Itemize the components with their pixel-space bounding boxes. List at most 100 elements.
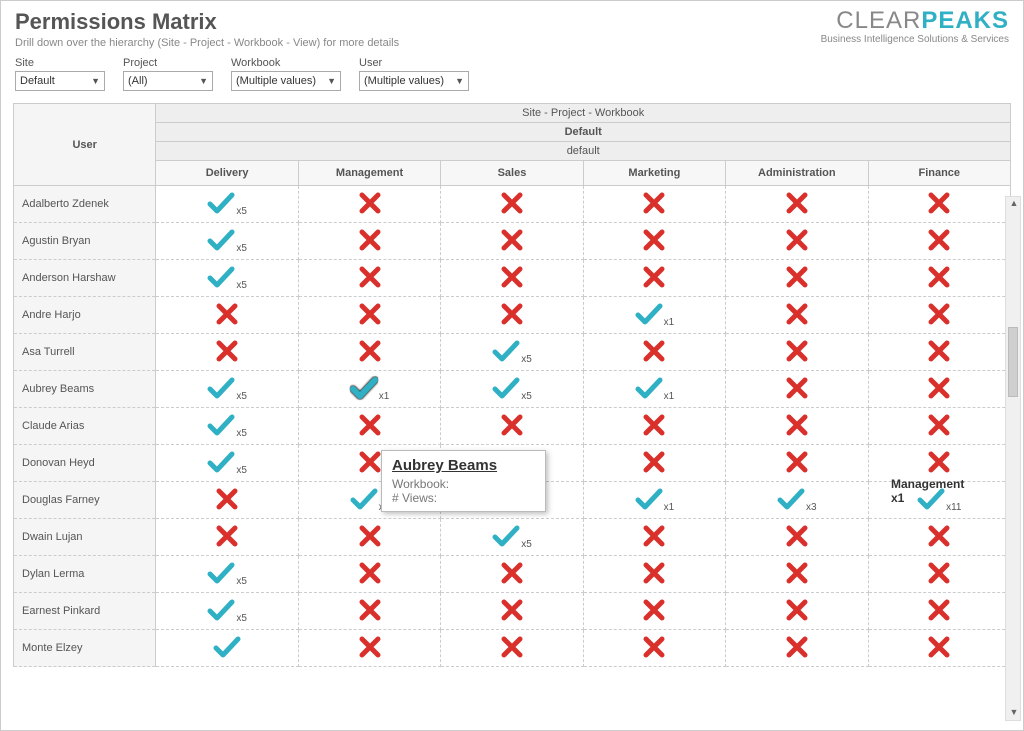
permission-cell[interactable] — [583, 593, 725, 630]
permission-cell[interactable]: x5 — [156, 593, 298, 630]
permission-cell[interactable] — [726, 334, 868, 371]
permission-cell[interactable] — [726, 408, 868, 445]
permission-cell[interactable] — [583, 186, 725, 223]
filter-site-dropdown[interactable]: Default ▼ — [15, 71, 105, 91]
filter-user-dropdown[interactable]: (Multiple values) ▼ — [359, 71, 469, 91]
permission-cell[interactable] — [298, 630, 440, 667]
permission-cell[interactable] — [868, 260, 1010, 297]
permission-cell[interactable] — [726, 630, 868, 667]
permission-cell[interactable]: x1 — [298, 371, 440, 408]
permission-cell[interactable] — [583, 223, 725, 260]
permission-cell[interactable] — [156, 630, 298, 667]
user-cell[interactable]: Donovan Heyd — [14, 445, 156, 482]
permission-cell[interactable] — [298, 186, 440, 223]
permission-cell[interactable] — [868, 334, 1010, 371]
user-cell[interactable]: Monte Elzey — [14, 630, 156, 667]
permission-cell[interactable]: x5 — [441, 519, 583, 556]
filter-project-dropdown[interactable]: (All) ▼ — [123, 71, 213, 91]
permission-cell[interactable] — [298, 334, 440, 371]
permission-cell[interactable] — [441, 223, 583, 260]
user-cell[interactable]: Agustin Bryan — [14, 223, 156, 260]
user-cell[interactable]: Dylan Lerma — [14, 556, 156, 593]
permission-cell[interactable] — [298, 223, 440, 260]
permission-cell[interactable] — [583, 334, 725, 371]
permission-cell[interactable] — [726, 186, 868, 223]
permission-cell[interactable] — [583, 408, 725, 445]
permission-cell[interactable]: x5 — [156, 371, 298, 408]
permission-cell[interactable] — [298, 260, 440, 297]
permission-cell[interactable] — [726, 556, 868, 593]
permission-cell[interactable] — [156, 519, 298, 556]
permission-cell[interactable] — [868, 519, 1010, 556]
permission-cell[interactable] — [868, 556, 1010, 593]
permission-cell[interactable] — [868, 186, 1010, 223]
permission-cell[interactable] — [441, 593, 583, 630]
permission-cell[interactable]: x5 — [156, 186, 298, 223]
check-icon — [207, 561, 235, 585]
workbook-column-header[interactable]: Sales — [441, 161, 583, 186]
user-cell[interactable]: Aubrey Beams — [14, 371, 156, 408]
permission-cell[interactable] — [156, 482, 298, 519]
permission-cell[interactable]: x5 — [441, 371, 583, 408]
permission-cell[interactable] — [583, 260, 725, 297]
cross-icon — [358, 413, 382, 437]
user-cell[interactable]: Douglas Farney — [14, 482, 156, 519]
permission-cell[interactable]: x5 — [156, 260, 298, 297]
user-cell[interactable]: Anderson Harshaw — [14, 260, 156, 297]
permission-cell[interactable] — [726, 223, 868, 260]
user-cell[interactable]: Claude Arias — [14, 408, 156, 445]
permission-cell[interactable] — [726, 593, 868, 630]
permission-cell[interactable] — [726, 519, 868, 556]
permission-cell[interactable] — [868, 445, 1010, 482]
permission-cell[interactable] — [868, 593, 1010, 630]
user-cell[interactable]: Asa Turrell — [14, 334, 156, 371]
permission-cell[interactable] — [726, 445, 868, 482]
permission-cell[interactable] — [441, 556, 583, 593]
permission-cell[interactable]: x5 — [156, 408, 298, 445]
permission-cell[interactable]: x5 — [156, 556, 298, 593]
permission-cell[interactable] — [583, 630, 725, 667]
scroll-down-icon[interactable]: ▼ — [1009, 707, 1019, 719]
permission-cell[interactable]: x1 — [583, 371, 725, 408]
scrollbar-thumb[interactable] — [1008, 327, 1018, 397]
permission-cell[interactable]: x1 — [583, 297, 725, 334]
permission-cell[interactable] — [441, 186, 583, 223]
workbook-column-header[interactable]: Marketing — [583, 161, 725, 186]
scroll-up-icon[interactable]: ▲ — [1009, 198, 1019, 210]
permission-cell[interactable] — [441, 297, 583, 334]
filter-workbook-dropdown[interactable]: (Multiple values) ▼ — [231, 71, 341, 91]
permission-cell[interactable] — [441, 408, 583, 445]
user-cell[interactable]: Earnest Pinkard — [14, 593, 156, 630]
workbook-column-header[interactable]: Administration — [726, 161, 868, 186]
permission-cell[interactable] — [726, 260, 868, 297]
vertical-scrollbar[interactable]: ▲ ▼ — [1005, 196, 1021, 721]
permission-cell[interactable] — [298, 297, 440, 334]
permission-cell[interactable] — [868, 223, 1010, 260]
permission-cell[interactable] — [156, 297, 298, 334]
permission-cell[interactable]: x5 — [441, 334, 583, 371]
permission-cell[interactable] — [583, 519, 725, 556]
permission-cell[interactable]: x5 — [156, 223, 298, 260]
user-cell[interactable]: Adalberto Zdenek — [14, 186, 156, 223]
workbook-column-header[interactable]: Management — [298, 161, 440, 186]
workbook-column-header[interactable]: Delivery — [156, 161, 298, 186]
permission-cell[interactable] — [441, 260, 583, 297]
permission-cell[interactable] — [298, 556, 440, 593]
permission-cell[interactable] — [868, 630, 1010, 667]
permission-cell[interactable] — [298, 408, 440, 445]
permission-cell[interactable] — [298, 519, 440, 556]
user-cell[interactable]: Dwain Lujan — [14, 519, 156, 556]
permission-cell[interactable] — [156, 334, 298, 371]
permission-cell[interactable] — [868, 297, 1010, 334]
user-cell[interactable]: Andre Harjo — [14, 297, 156, 334]
permission-cell[interactable] — [441, 630, 583, 667]
permission-cell[interactable] — [583, 556, 725, 593]
permission-cell[interactable] — [868, 371, 1010, 408]
permission-cell[interactable] — [726, 371, 868, 408]
workbook-column-header[interactable]: Finance — [868, 161, 1010, 186]
permission-cell[interactable] — [726, 297, 868, 334]
permission-cell[interactable] — [583, 445, 725, 482]
permission-cell[interactable] — [868, 408, 1010, 445]
permission-cell[interactable]: x5 — [156, 445, 298, 482]
permission-cell[interactable] — [298, 593, 440, 630]
